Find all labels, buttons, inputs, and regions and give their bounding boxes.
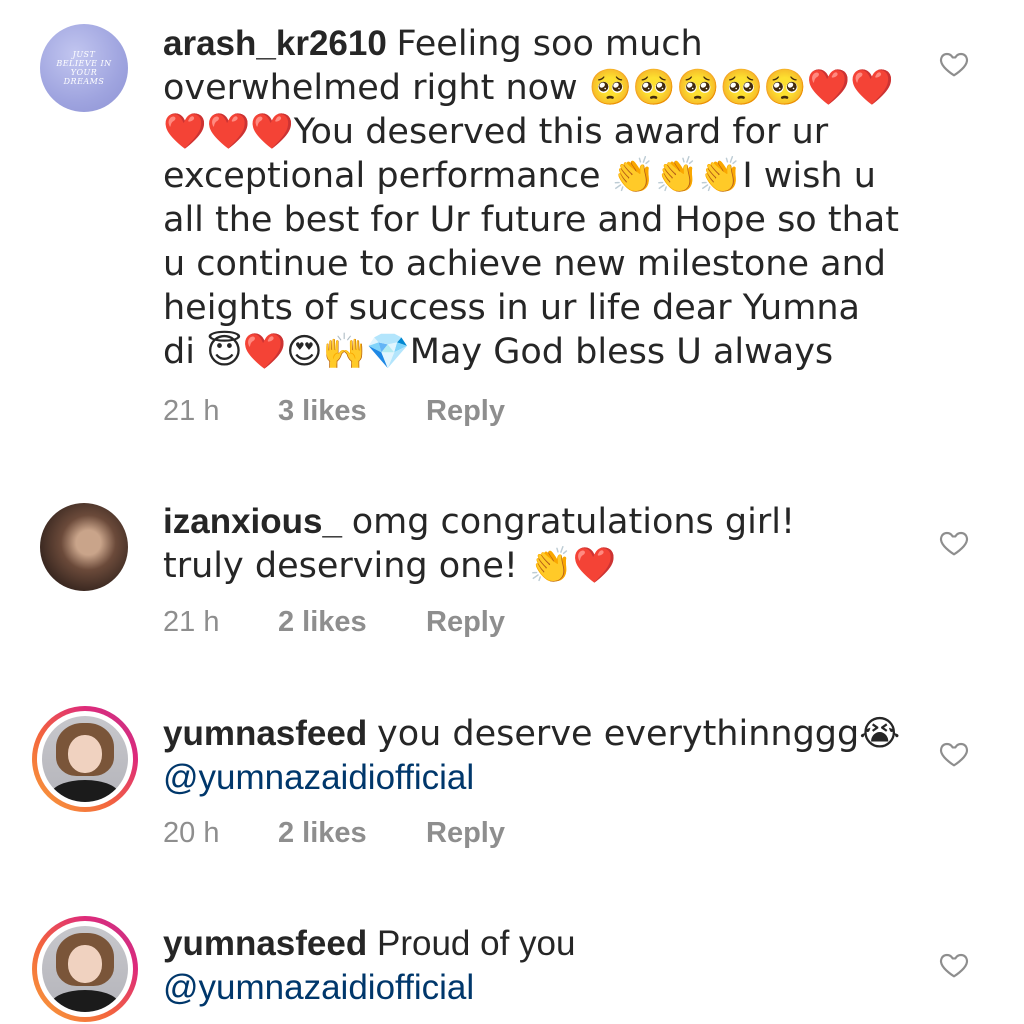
comment-text: Proud of you bbox=[376, 924, 576, 963]
heart-outline-icon[interactable] bbox=[938, 48, 970, 80]
comment-timestamp: 21 h bbox=[163, 606, 220, 638]
comment-likes-count[interactable]: 2 likes bbox=[278, 606, 426, 639]
comment-username[interactable]: izanxious_ bbox=[163, 502, 342, 541]
reply-button[interactable]: Reply bbox=[426, 606, 505, 639]
comment-body: izanxious_ omg congratulations girl! tru… bbox=[163, 500, 883, 588]
reply-button[interactable]: Reply bbox=[426, 395, 505, 428]
reply-button[interactable]: Reply bbox=[426, 817, 505, 850]
comment-body: yumnasfeed Proud of you @yumnazaidioffic… bbox=[163, 922, 903, 1010]
comment-username[interactable]: yumnasfeed bbox=[163, 924, 367, 963]
heart-outline-icon[interactable] bbox=[938, 738, 970, 770]
comment-username[interactable]: arash_kr2610 bbox=[163, 24, 387, 63]
comment-mention[interactable]: @yumnazaidiofficial bbox=[163, 758, 474, 797]
avatar[interactable] bbox=[32, 706, 138, 812]
heart-outline-icon[interactable] bbox=[938, 949, 970, 981]
comment-timestamp: 21 h bbox=[163, 395, 220, 427]
comment-mention[interactable]: @yumnazaidiofficial bbox=[163, 968, 474, 1007]
avatar-text: JUST BELIEVE IN YOUR DREAMS bbox=[56, 50, 112, 86]
comment-timestamp: 20 h bbox=[163, 817, 220, 849]
avatar[interactable] bbox=[32, 916, 138, 1022]
comment-body: arash_kr2610 Feeling soo much overwhelme… bbox=[163, 22, 903, 374]
comment-body: yumnasfeed you deserve everythinnggg😭 @y… bbox=[163, 712, 903, 800]
comment-username[interactable]: yumnasfeed bbox=[163, 714, 367, 753]
comment-meta: 21 h 2 likes Reply bbox=[163, 606, 505, 639]
comment-text: Feeling soo much overwhelmed right now 🥺… bbox=[163, 24, 899, 372]
comment-text: you deserve everythinnggg😭 bbox=[376, 714, 901, 754]
comment-meta: 21 h 3 likes Reply bbox=[163, 395, 505, 428]
avatar[interactable]: JUST BELIEVE IN YOUR DREAMS bbox=[40, 24, 128, 112]
comment-meta: 20 h 2 likes Reply bbox=[163, 817, 505, 850]
comment-likes-count[interactable]: 2 likes bbox=[278, 817, 426, 850]
heart-outline-icon[interactable] bbox=[938, 527, 970, 559]
comment-likes-count[interactable]: 3 likes bbox=[278, 395, 426, 428]
avatar[interactable] bbox=[40, 503, 128, 591]
